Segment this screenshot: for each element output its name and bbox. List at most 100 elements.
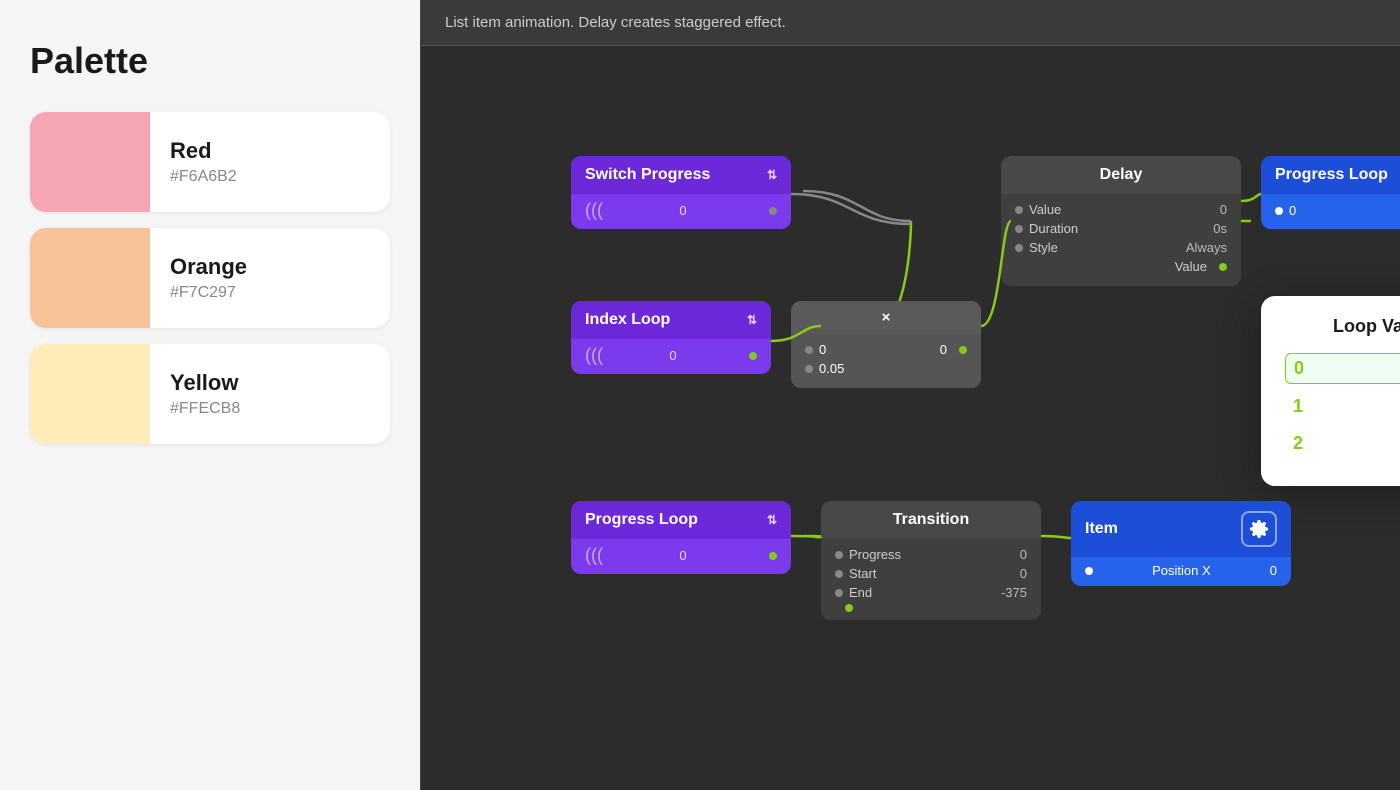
transition-body: Progress 0 Start 0 End -375 (821, 539, 1041, 620)
multiply-val1-right: 0 (940, 342, 947, 357)
transition-node[interactable]: Transition Progress 0 Start 0 (821, 501, 1041, 620)
loop-value-index-1: 1 (1293, 396, 1303, 417)
switch-progress-signal-icon: ((( (585, 200, 603, 221)
loop-values-title: Loop Values (1285, 316, 1400, 337)
switch-progress-sort-icon: ⇅ (767, 168, 777, 182)
index-loop-label: Index Loop (585, 311, 670, 329)
transition-start-label: Start (849, 566, 876, 581)
transition-end-dot (835, 589, 843, 597)
palette-name-red: Red (170, 138, 237, 164)
progress-loop-bottom-signal-icon: ((( (585, 545, 603, 566)
multiply-val2: 0.05 (819, 361, 844, 376)
progress-loop-bottom-value: 0 (679, 548, 686, 563)
transition-progress-row: Progress 0 (835, 547, 1027, 562)
delay-label: Delay (1100, 166, 1143, 183)
settings-svg (1249, 519, 1269, 539)
transition-start-dot (835, 570, 843, 578)
progress-loop-top-header: Progress Loop (1261, 156, 1400, 194)
delay-style-val: Always (1186, 240, 1227, 255)
transition-end-row: End -375 (835, 585, 1027, 600)
transition-out-dot (845, 604, 853, 612)
delay-value-label: Value (1029, 202, 1061, 217)
loop-value-row-0: 0 0 (1285, 353, 1400, 384)
loop-value-row-1: 1 0 (1285, 392, 1400, 421)
loop-value-row-2: 2 0 (1285, 429, 1400, 458)
progress-loop-bottom-header: Progress Loop ⇅ (571, 501, 791, 539)
delay-duration-label: Duration (1029, 221, 1078, 236)
progress-loop-bottom-out-dot (769, 552, 777, 560)
progress-loop-top-body: 0 ))) (1261, 194, 1400, 229)
switch-progress-node[interactable]: Switch Progress ⇅ ((( 0 (571, 156, 791, 229)
palette-item-red[interactable]: Red #F6A6B2 (30, 112, 390, 212)
palette-item-orange[interactable]: Orange #F7C297 (30, 228, 390, 328)
multiply-label: × (882, 309, 891, 326)
palette-item-yellow[interactable]: Yellow #FFECB8 (30, 344, 390, 444)
transition-start-row: Start 0 (835, 566, 1027, 581)
conn-switch-delay (803, 191, 911, 221)
conn-1 (791, 194, 911, 224)
delay-value-val: 0 (1220, 202, 1227, 217)
palette-info-orange: Orange #F7C297 (150, 238, 267, 318)
delay-value-row: Value 0 (1015, 202, 1227, 217)
multiply-row2: 0.05 (805, 361, 967, 376)
item-in-dot (1085, 567, 1093, 575)
multiply-header: × (791, 301, 981, 334)
loop-values-popup: Loop Values 0 0 1 0 2 0 (1261, 296, 1400, 486)
palette-info-red: Red #F6A6B2 (150, 122, 257, 202)
transition-progress-in-dot (835, 551, 843, 559)
progress-loop-top-node[interactable]: Progress Loop 0 ))) (1261, 156, 1400, 229)
item-port-label: Position X (1152, 563, 1211, 578)
switch-progress-port-dot (769, 207, 777, 215)
progress-loop-bottom-sort-icon: ⇅ (767, 513, 777, 527)
palette-info-yellow: Yellow #FFECB8 (150, 354, 260, 434)
item-header: Item (1071, 501, 1291, 557)
palette-swatch-yellow (30, 344, 150, 444)
transition-progress-label: Progress (849, 547, 901, 562)
delay-node[interactable]: Delay Value 0 Duration 0s (1001, 156, 1241, 286)
progress-loop-bottom-label: Progress Loop (585, 511, 698, 529)
multiply-node[interactable]: × 0 0 0.05 (791, 301, 981, 388)
transition-label: Transition (893, 511, 969, 528)
multiply-body: 0 0 0.05 (791, 334, 981, 388)
delay-duration-dot (1015, 225, 1023, 233)
item-settings-icon[interactable] (1241, 511, 1277, 547)
connections-svg (421, 46, 1400, 790)
item-body: Position X 0 (1071, 557, 1291, 586)
switch-progress-header: Switch Progress ⇅ (571, 156, 791, 194)
transition-progress-val: 0 (1020, 547, 1027, 562)
node-canvas[interactable]: Switch Progress ⇅ ((( 0 Index Loop ⇅ (((… (421, 46, 1400, 790)
delay-output-row: Value (1175, 259, 1227, 274)
index-loop-value: 0 (669, 348, 676, 363)
description-bar: List item animation. Delay creates stagg… (421, 0, 1400, 46)
main-canvas: List item animation. Delay creates stagg… (420, 0, 1400, 790)
item-node[interactable]: Item Position X 0 (1071, 501, 1291, 586)
palette-hex-orange: #F7C297 (170, 284, 247, 302)
transition-start-val: 0 (1020, 566, 1027, 581)
multiply-out-dot (959, 346, 967, 354)
delay-duration-val: 0s (1213, 221, 1227, 236)
delay-output-dot (1219, 263, 1227, 271)
index-loop-sort-icon: ⇅ (747, 313, 757, 327)
switch-progress-body: ((( 0 (571, 194, 791, 229)
index-loop-node[interactable]: Index Loop ⇅ ((( 0 (571, 301, 771, 374)
delay-header: Delay (1001, 156, 1241, 194)
multiply-in-dot2 (805, 365, 813, 373)
index-loop-body: ((( 0 (571, 339, 771, 374)
progress-loop-top-label: Progress Loop (1275, 166, 1388, 184)
progress-loop-bottom-body: ((( 0 (571, 539, 791, 574)
loop-value-index-0: 0 (1294, 358, 1304, 379)
index-loop-out-dot (749, 352, 757, 360)
palette-hex-red: #F6A6B2 (170, 168, 237, 186)
progress-loop-bottom-node[interactable]: Progress Loop ⇅ ((( 0 (571, 501, 791, 574)
palette-name-orange: Orange (170, 254, 247, 280)
palette-hex-yellow: #FFECB8 (170, 400, 240, 418)
progress-loop-top-in-dot (1275, 207, 1283, 215)
delay-value-in-dot (1015, 206, 1023, 214)
palette-name-yellow: Yellow (170, 370, 240, 396)
delay-duration-row: Duration 0s (1015, 221, 1227, 236)
item-port-val: 0 (1270, 563, 1277, 578)
transition-end-val: -375 (1001, 585, 1027, 600)
conn-6 (1041, 536, 1071, 538)
palette-swatch-red (30, 112, 150, 212)
progress-loop-top-value: 0 (1289, 203, 1296, 218)
